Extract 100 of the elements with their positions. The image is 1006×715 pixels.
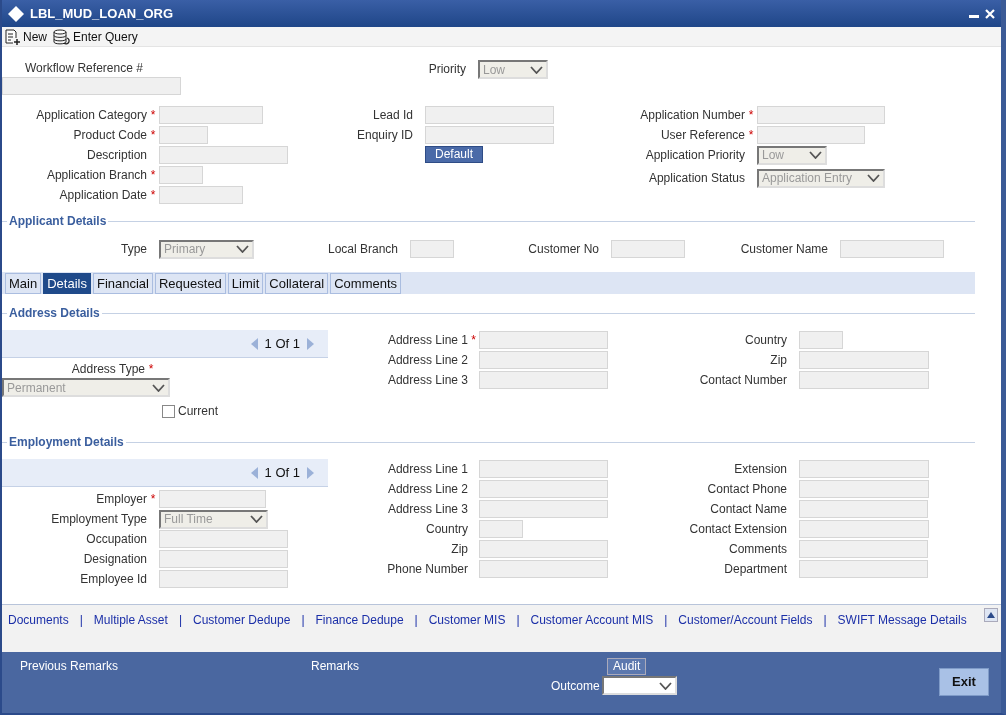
link-separator: | <box>664 612 668 629</box>
text-field[interactable] <box>159 106 263 124</box>
text-field[interactable] <box>425 106 554 124</box>
text-field[interactable] <box>479 560 608 578</box>
exit-button[interactable]: Exit <box>939 668 989 696</box>
tab[interactable]: Comments <box>330 273 402 294</box>
footer-label: Previous Remarks <box>20 658 120 675</box>
field-label: Customer No <box>527 241 599 258</box>
field-label: Phone Number <box>386 561 468 578</box>
field-label: Contact Number <box>698 372 787 389</box>
required-mark: * <box>149 107 157 124</box>
text-field[interactable] <box>479 480 608 498</box>
link-separator: | <box>301 612 305 629</box>
chevron-down-icon <box>152 383 165 392</box>
text-field[interactable] <box>611 240 685 258</box>
link[interactable]: Customer Account MIS <box>530 610 654 630</box>
text-field[interactable] <box>159 146 288 164</box>
field-label: Employment Type <box>50 511 147 528</box>
default-button[interactable]: Default <box>425 146 483 163</box>
field-label: Application Date <box>58 187 147 204</box>
text-field[interactable] <box>159 166 203 184</box>
text-field[interactable] <box>799 331 843 349</box>
chevron-down-icon <box>809 151 822 159</box>
link[interactable]: Documents <box>8 610 69 630</box>
text-field[interactable] <box>479 351 608 369</box>
text-field[interactable] <box>159 570 288 588</box>
previous-arrow-icon[interactable] <box>250 466 259 479</box>
window-title: LBL_MUD_LOAN_ORG <box>30 4 174 23</box>
text-field[interactable] <box>479 371 608 389</box>
text-field[interactable] <box>799 460 929 478</box>
text-field[interactable] <box>799 540 928 558</box>
audit-button[interactable]: Audit <box>607 658 647 675</box>
diamond-icon <box>8 5 24 22</box>
link[interactable]: Customer/Account Fields <box>678 610 813 630</box>
text-field[interactable] <box>2 77 181 95</box>
dropdown[interactable] <box>601 676 677 695</box>
toolbar-button[interactable]: New <box>5 27 47 46</box>
text-field[interactable] <box>159 126 208 144</box>
required-mark: * <box>147 361 155 378</box>
field-label: Address Line 2 <box>386 352 468 369</box>
text-field[interactable] <box>479 520 523 538</box>
link[interactable]: Customer Dedupe <box>193 610 291 630</box>
text-field[interactable] <box>799 371 929 389</box>
field-label: Comments <box>728 541 787 558</box>
field-label: Description <box>85 147 147 164</box>
text-field[interactable] <box>159 490 266 508</box>
required-mark: * <box>149 127 157 144</box>
tab[interactable]: Limit <box>227 273 264 294</box>
field-label: Application Branch <box>45 167 147 184</box>
chevron-down-icon <box>867 174 880 182</box>
next-arrow-icon[interactable] <box>306 466 314 479</box>
text-field[interactable] <box>799 520 929 538</box>
text-field[interactable] <box>757 106 885 124</box>
text-field[interactable] <box>799 351 929 369</box>
text-field[interactable] <box>410 240 454 258</box>
scroll-up-icon[interactable] <box>984 608 998 622</box>
next-arrow-icon[interactable] <box>306 337 314 350</box>
field-label: Designation <box>82 551 147 568</box>
link[interactable]: Customer MIS <box>428 610 506 630</box>
text-field[interactable] <box>799 500 928 518</box>
tab[interactable]: Financial <box>92 273 153 294</box>
required-mark: * <box>747 107 755 124</box>
text-field[interactable] <box>159 550 288 568</box>
close-icon[interactable] <box>985 8 995 19</box>
field-label: Customer Name <box>739 241 828 258</box>
link-separator: | <box>178 612 182 629</box>
tab[interactable]: Requested <box>154 273 226 294</box>
text-field[interactable] <box>159 530 288 548</box>
link[interactable]: Finance Dedupe <box>315 610 404 630</box>
tab[interactable]: Collateral <box>265 273 329 294</box>
text-field[interactable] <box>479 331 608 349</box>
link[interactable]: Multiple Asset <box>93 610 168 630</box>
field-label: Address Line 3 <box>386 501 468 518</box>
text-field[interactable] <box>479 460 608 478</box>
text-field[interactable] <box>757 126 865 144</box>
field-label: Address Line 3 <box>386 372 468 389</box>
field-label: Address Type <box>70 361 145 378</box>
required-mark: * <box>149 187 157 204</box>
field-label: Employer <box>95 491 147 508</box>
text-field[interactable] <box>159 186 243 204</box>
field-label: Address Line 1 <box>386 461 468 478</box>
text-field[interactable] <box>799 560 928 578</box>
text-field[interactable] <box>479 500 608 518</box>
field-label: Product Code <box>72 127 147 144</box>
field-label: Lead Id <box>371 107 413 124</box>
text-field[interactable] <box>840 240 944 258</box>
tab[interactable]: Details <box>43 273 91 294</box>
text-field[interactable] <box>425 126 554 144</box>
link[interactable]: SWIFT Message Details <box>837 610 967 630</box>
chevron-down-icon <box>658 681 672 690</box>
previous-arrow-icon[interactable] <box>250 337 259 350</box>
checkbox[interactable] <box>162 404 175 418</box>
field-label: Local Branch <box>326 241 398 258</box>
checkbox-label: Current <box>178 403 218 420</box>
text-field[interactable] <box>479 540 608 558</box>
tab[interactable]: Main <box>5 273 42 294</box>
link-separator: | <box>79 612 83 629</box>
toolbar-button[interactable]: Enter Query <box>53 27 138 46</box>
text-field[interactable] <box>799 480 929 498</box>
field-label: Outcome <box>551 677 600 695</box>
